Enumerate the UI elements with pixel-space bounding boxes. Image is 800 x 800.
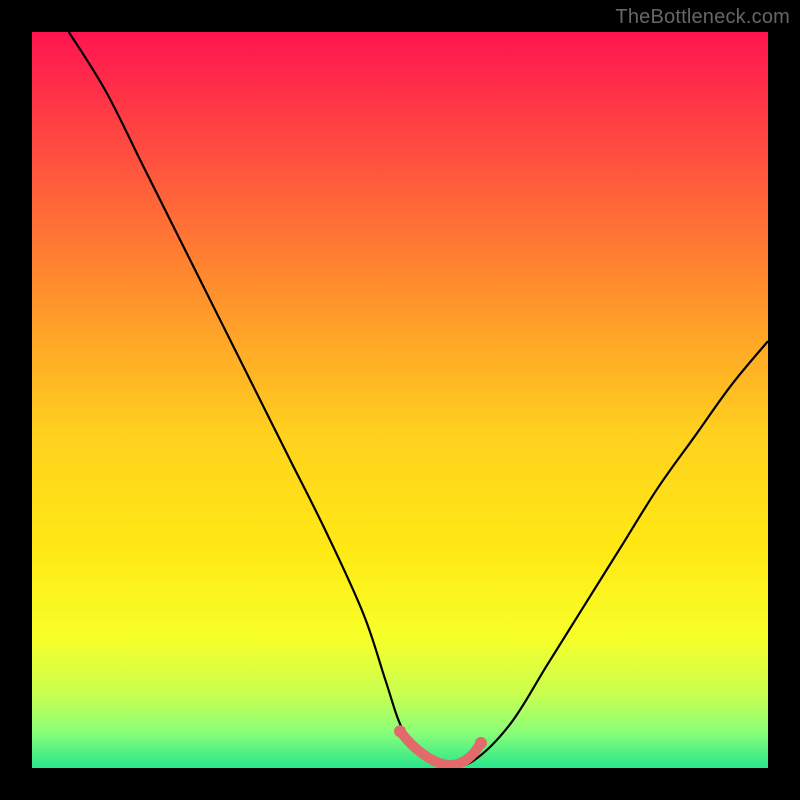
chart-frame: TheBottleneck.com <box>0 0 800 800</box>
chart-svg <box>32 32 768 768</box>
highlight-end-dot-left <box>394 725 406 737</box>
gradient-background <box>32 32 768 768</box>
plot-area <box>32 32 768 768</box>
highlight-end-dot-right <box>475 737 487 749</box>
watermark-text: TheBottleneck.com <box>615 6 790 29</box>
